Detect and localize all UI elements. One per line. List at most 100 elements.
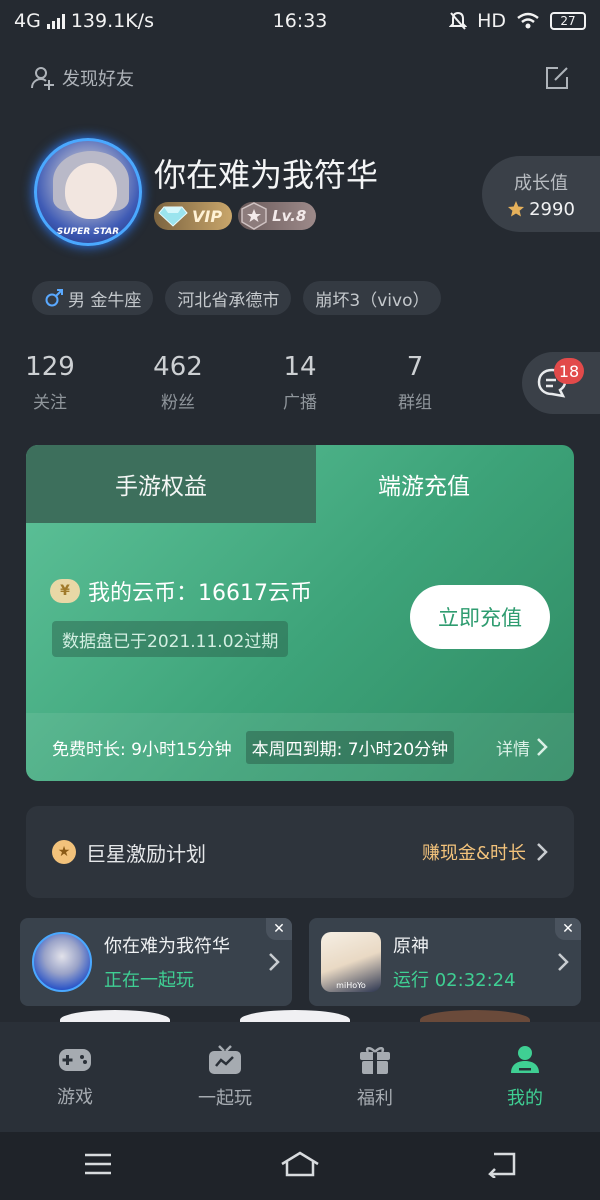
vip-badge[interactable]: VIP (154, 202, 233, 230)
expire-notice: 数据盘已于2021.11.02过期 (52, 621, 289, 657)
cloud-coins: ¥ 我的云币：16617云币 (50, 575, 312, 607)
back-button[interactable] (486, 1150, 518, 1182)
stats-row: 129 关注 462 粉丝 14 广播 7 群组 (0, 352, 520, 422)
play-card-status: 运行 02:32:24 (393, 970, 516, 991)
tag-location: 河北省承德市 (165, 281, 292, 315)
growth-label: 成长值 (514, 172, 568, 194)
hd-indicator: HD (477, 10, 506, 32)
nav-label: 我的 (507, 1088, 543, 1109)
tag-game[interactable]: 崩坏3（vivo） (303, 281, 442, 315)
stat-label: 关注 (33, 393, 67, 413)
find-friends-button[interactable]: 发现好友 (30, 65, 134, 91)
status-left: 4G 139.1K/s (14, 10, 154, 32)
earn-label: 赚现金&时长 (421, 843, 526, 864)
nav-item-games[interactable]: 游戏 (15, 1045, 135, 1109)
nav-label: 福利 (357, 1088, 393, 1109)
tag-text: 崩坏3（vivo） (315, 290, 430, 311)
recharge-card: 手游权益 端游充值 ¥ 我的云币：16617云币 数据盘已于2021.11.02… (26, 445, 574, 781)
mute-bell-icon (449, 11, 468, 30)
growth-value-panel[interactable]: 成长值 2990 (482, 156, 600, 232)
play-card-title: 你在难为我符华 (104, 936, 230, 957)
back-icon (487, 1152, 515, 1179)
play-card-status: 正在一起玩 (104, 970, 194, 991)
gift-icon (360, 1047, 390, 1074)
tv-icon (209, 1045, 241, 1074)
avatar (32, 932, 92, 992)
vip-label: VIP (192, 206, 223, 226)
tag-text: 男 金牛座 (68, 290, 142, 311)
male-icon (45, 289, 63, 307)
genshin-game-icon: miHoYo (321, 932, 381, 992)
clock: 16:33 (272, 10, 328, 32)
username: 你在难为我符华 (154, 156, 379, 194)
superstar-plan-row[interactable]: ★ 巨星激励计划 赚现金&时长 (26, 806, 574, 898)
stat-label: 广播 (283, 393, 317, 413)
menu-icon (85, 1153, 112, 1175)
play-card-genshin[interactable]: miHoYo 原神 运行 02:32:24 ✕ (309, 918, 581, 1006)
nav-label: 游戏 (57, 1087, 93, 1108)
chevron-right-icon (269, 953, 280, 971)
stat-following[interactable]: 129 关注 (5, 352, 95, 413)
stat-value: 7 (406, 352, 424, 382)
nav-item-mine[interactable]: 我的 (465, 1044, 585, 1110)
free-time-bar: 免费时长: 9小时15分钟 本周四到期: 7小时20分钟 详情 (26, 713, 574, 781)
play-card-title: 原神 (393, 936, 429, 957)
stat-followers[interactable]: 462 粉丝 (133, 352, 223, 413)
star-icon (508, 201, 525, 217)
level-badge[interactable]: Lv.8 (238, 202, 317, 230)
badges: VIP Lv.8 (154, 202, 317, 230)
details-label: 详情 (496, 739, 530, 760)
edit-button[interactable] (542, 63, 572, 93)
diamond-icon (158, 206, 188, 227)
message-count-badge: 18 (554, 358, 584, 384)
tab-mobile-benefits[interactable]: 手游权益 (26, 445, 316, 523)
add-user-icon (31, 67, 54, 90)
wifi-icon (517, 12, 539, 29)
messages-button[interactable]: 18 (522, 352, 600, 414)
details-link[interactable]: 详情 (496, 735, 548, 760)
coins-text: 我的云币：16617云币 (88, 581, 312, 606)
tag-gender-zodiac: 男 金牛座 (32, 281, 154, 315)
profile-tags: 男 金牛座 河北省承德市 崩坏3（vivo） (32, 281, 442, 315)
coin-icon: ¥ (50, 579, 80, 603)
avatar-frame-text: SUPER STAR (56, 227, 120, 237)
nav-item-play-together[interactable]: 一起玩 (165, 1044, 285, 1110)
tab-pc-recharge[interactable]: 端游充值 (274, 445, 574, 523)
bottom-nav: 游戏 一起玩 福利 我的 (0, 1022, 600, 1132)
game-icon-text: miHoYo (336, 981, 366, 990)
growth-value: 2990 (507, 199, 575, 220)
tag-text: 河北省承德市 (177, 290, 280, 311)
stat-value: 462 (153, 352, 203, 382)
superstar-right: 赚现金&时长 (422, 839, 548, 865)
stat-value: 129 (25, 352, 75, 382)
gamepad-icon (59, 1049, 91, 1071)
top-bar: 发现好友 (30, 58, 572, 98)
free-time: 免费时长: 9小时15分钟 (52, 739, 232, 760)
nav-item-welfare[interactable]: 福利 (315, 1044, 435, 1110)
superstar-label: 巨星激励计划 (86, 841, 206, 866)
shield-star-icon (241, 202, 267, 230)
avatar[interactable]: SUPER STAR (34, 138, 142, 246)
home-button[interactable] (279, 1150, 321, 1182)
edit-icon (546, 67, 568, 89)
user-icon (511, 1046, 539, 1073)
level-label: Lv.8 (272, 207, 307, 225)
chevron-right-icon (537, 843, 548, 861)
status-right: HD 27 (449, 10, 586, 32)
recharge-button[interactable]: 立即充值 (410, 585, 550, 649)
close-button[interactable]: ✕ (266, 918, 292, 940)
star-badge-icon: ★ (52, 840, 76, 864)
status-bar: 4G 139.1K/s 16:33 HD 27 (0, 0, 600, 42)
play-card-together[interactable]: 你在难为我符华 正在一起玩 ✕ (20, 918, 292, 1006)
stat-label: 粉丝 (161, 393, 195, 413)
menu-button[interactable] (82, 1151, 114, 1181)
profile-section: SUPER STAR 你在难为我符华 VIP Lv.8 成长值 2990 (34, 130, 600, 260)
stat-broadcasts[interactable]: 14 广播 (255, 352, 345, 413)
stat-groups[interactable]: 7 群组 (370, 352, 460, 413)
close-button[interactable]: ✕ (555, 918, 581, 940)
play-card-text: 原神 运行 02:32:24 (393, 932, 516, 992)
growth-number: 2990 (529, 198, 575, 220)
chevron-right-icon (558, 953, 569, 971)
avatar-face (65, 163, 117, 219)
find-friends-label: 发现好友 (62, 69, 134, 90)
